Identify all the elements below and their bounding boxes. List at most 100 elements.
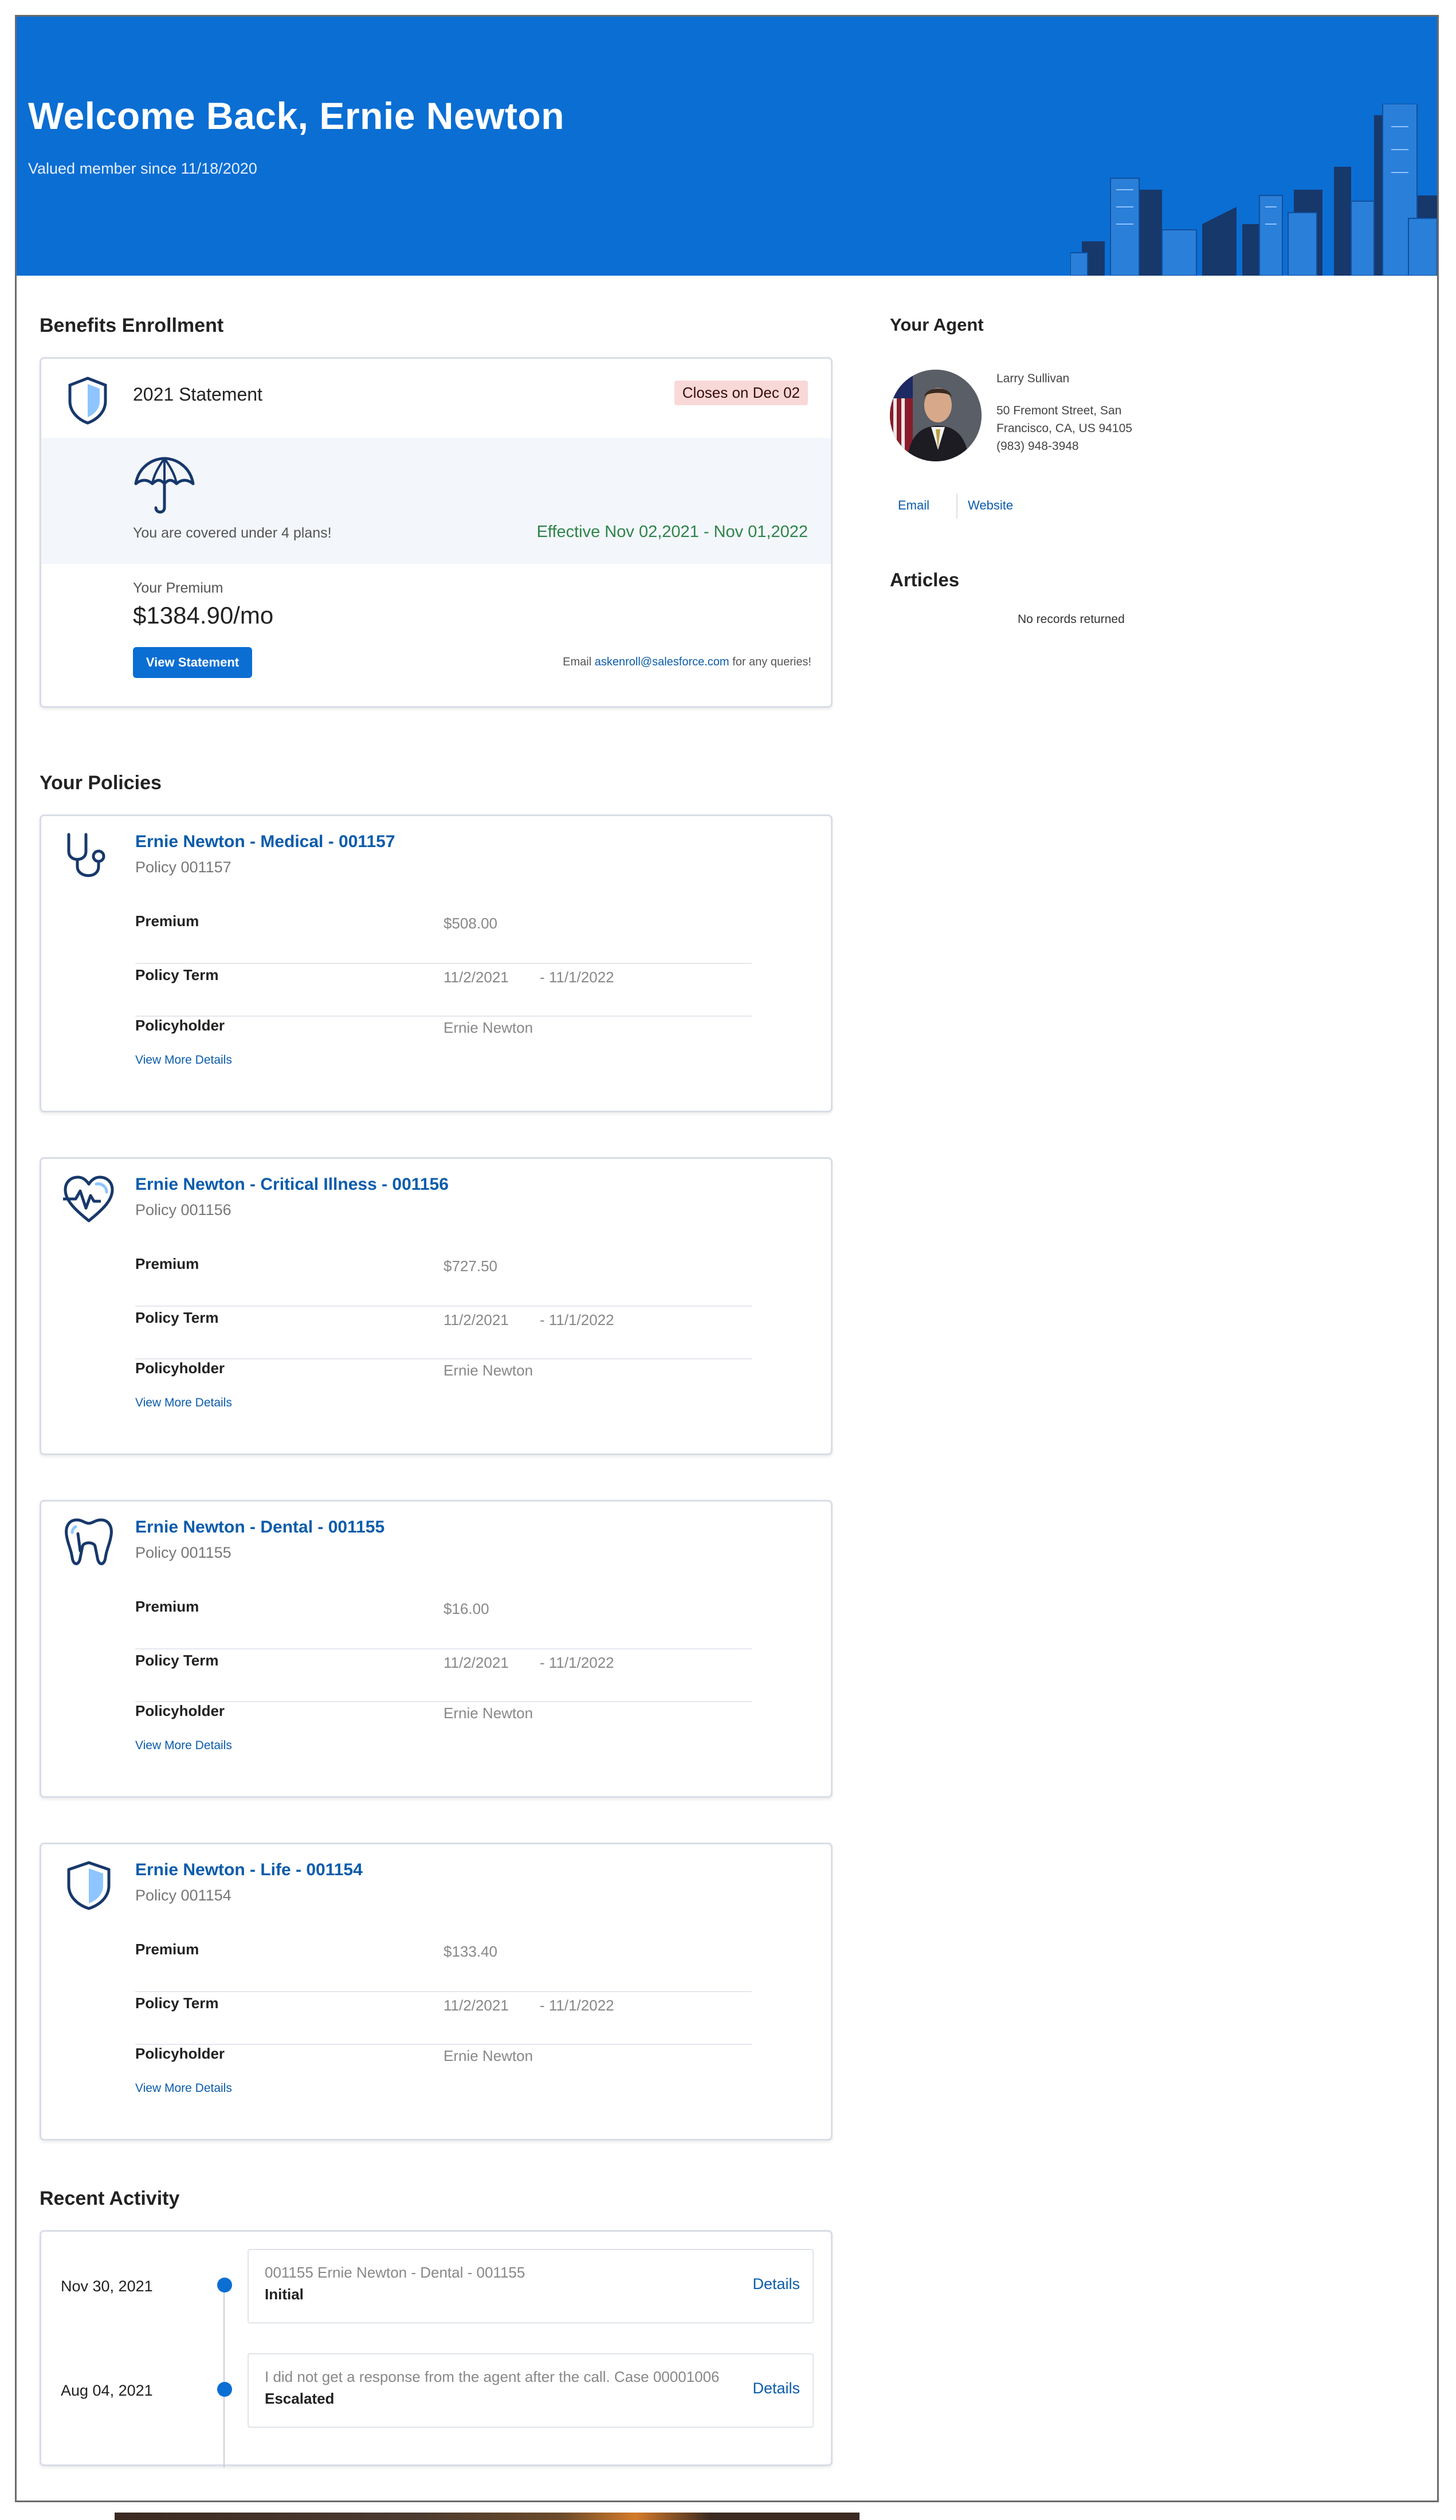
policy-premium-row: Premium $133.40	[135, 1941, 752, 1992]
premium-value: $133.40	[444, 1943, 497, 1960]
activity-date: Nov 30, 2021	[61, 2278, 153, 2295]
premium-label: Premium	[135, 1598, 199, 1615]
premium-value: $16.00	[444, 1600, 489, 1617]
activity-details-link[interactable]: Details	[752, 2275, 800, 2293]
shield-icon	[67, 1861, 111, 1910]
agent-email-link[interactable]: Email	[898, 498, 929, 513]
premium-label: Premium	[135, 1941, 199, 1958]
agent-portrait-image	[890, 370, 982, 461]
policies-section-title: Your Policies	[40, 772, 162, 794]
premium-label: Premium	[135, 1255, 199, 1272]
heartbeat-icon	[63, 1175, 114, 1222]
policyholder-row: Policyholder Ernie Newton	[135, 1017, 752, 1051]
policy-premium-row: Premium $16.00	[135, 1598, 752, 1649]
agent-address: 50 Fremont Street, San Francisco, CA, US…	[996, 402, 1145, 455]
term-start: 11/2/2021	[444, 1311, 509, 1328]
page-frame: Welcome Back, Ernie Newton Valued member…	[15, 15, 1439, 2502]
activity-text: 001155 Ernie Newton - Dental - 001155	[265, 2264, 525, 2281]
view-statement-button[interactable]: View Statement	[133, 647, 252, 678]
view-more-details-link[interactable]: View More Details	[135, 2082, 232, 2095]
agent-address-line1: 50 Fremont Street, San	[996, 404, 1122, 417]
policy-card: Ernie Newton - Critical Illness - 001156…	[40, 1157, 833, 1455]
activity-item: 001155 Ernie Newton - Dental - 001155 In…	[248, 2249, 814, 2323]
holder-label: Policyholder	[135, 1702, 225, 1719]
timeline-dot	[217, 2382, 232, 2397]
timeline-dot	[217, 2278, 232, 2292]
policyholder-row: Policyholder Ernie Newton	[135, 1359, 752, 1394]
policy-title-link[interactable]: Ernie Newton - Critical Illness - 001156	[135, 1175, 449, 1194]
welcome-title: Welcome Back, Ernie Newton	[28, 95, 565, 137]
premium-label: Your Premium	[133, 580, 223, 596]
shield-icon	[68, 377, 107, 425]
policy-card: Ernie Newton - Life - 001154 Policy 0011…	[40, 1843, 833, 2141]
agent-address-line2: Francisco, CA, US 94105	[996, 422, 1132, 435]
policy-term-row: Policy Term 11/2/2021 - 11/1/2022	[135, 966, 752, 1017]
term-end: - 11/1/2022	[540, 1654, 614, 1671]
agent-phone: (983) 948-3948	[996, 440, 1079, 453]
activity-item: I did not get a response from the agent …	[248, 2353, 814, 2428]
agent-links-divider	[956, 493, 957, 519]
tooth-icon	[65, 1518, 113, 1565]
holder-label: Policyholder	[135, 1359, 225, 1377]
timeline-line	[223, 2286, 225, 2468]
premium-value: $727.50	[444, 1257, 497, 1275]
city-skyline-illustration	[1070, 104, 1437, 276]
bottom-edge-strip	[115, 2513, 860, 2520]
premium-label: Premium	[135, 912, 199, 930]
coverage-band: You are covered under 4 plans! Effective…	[41, 438, 831, 564]
policyholder-row: Policyholder Ernie Newton	[135, 2045, 752, 2079]
activity-card: Nov 30, 2021 001155 Ernie Newton - Denta…	[40, 2230, 833, 2468]
view-more-details-link[interactable]: View More Details	[135, 1396, 232, 1410]
activity-text: I did not get a response from the agent …	[265, 2368, 720, 2385]
activity-date: Aug 04, 2021	[61, 2382, 153, 2399]
holder-label: Policyholder	[135, 1017, 225, 1034]
benefits-section-title: Benefits Enrollment	[40, 315, 224, 336]
view-more-details-link[interactable]: View More Details	[135, 1053, 232, 1067]
term-start: 11/2/2021	[444, 969, 509, 986]
activity-status: Escalated	[265, 2390, 335, 2407]
benefits-card: 2021 Statement Closes on Dec 02 You are …	[40, 357, 833, 708]
policy-title-link[interactable]: Ernie Newton - Life - 001154	[135, 1860, 363, 1880]
activity-section-title: Recent Activity	[40, 2188, 180, 2209]
email-note: Email askenroll@salesforce.com for any q…	[563, 656, 811, 669]
policy-term-row: Policy Term 11/2/2021 - 11/1/2022	[135, 1309, 752, 1359]
term-start: 11/2/2021	[444, 1654, 509, 1671]
holder-label: Policyholder	[135, 2045, 225, 2062]
term-label: Policy Term	[135, 1652, 219, 1669]
policy-title-link[interactable]: Ernie Newton - Dental - 001155	[135, 1518, 384, 1537]
term-end: - 11/1/2022	[540, 1311, 614, 1328]
articles-section-title: Articles	[890, 569, 960, 590]
enroll-email-link[interactable]: askenroll@salesforce.com	[595, 656, 729, 668]
agent-name: Larry Sullivan	[996, 372, 1070, 385]
holder-value: Ernie Newton	[444, 1019, 533, 1036]
term-label: Policy Term	[135, 966, 219, 983]
policy-premium-row: Premium $727.50	[135, 1255, 752, 1307]
policyholder-row: Policyholder Ernie Newton	[135, 1702, 752, 1737]
articles-empty-text: No records returned	[1018, 613, 1125, 626]
policy-card: Ernie Newton - Dental - 001155 Policy 00…	[40, 1500, 833, 1798]
email-note-prefix: Email	[563, 656, 592, 668]
holder-value: Ernie Newton	[444, 1704, 533, 1722]
agent-website-link[interactable]: Website	[968, 498, 1013, 513]
policy-term-row: Policy Term 11/2/2021 - 11/1/2022	[135, 1652, 752, 1702]
agent-section-title: Your Agent	[890, 315, 984, 335]
term-start: 11/2/2021	[444, 1997, 509, 2014]
coverage-text: You are covered under 4 plans!	[133, 525, 332, 541]
welcome-banner: Welcome Back, Ernie Newton Valued member…	[17, 17, 1437, 276]
term-label: Policy Term	[135, 1994, 219, 2012]
policy-number: Policy 001156	[135, 1201, 231, 1218]
statement-title: 2021 Statement	[133, 384, 262, 405]
effective-dates: Effective Nov 02,2021 - Nov 01,2022	[536, 523, 808, 541]
premium-value: $508.00	[444, 915, 497, 932]
stethoscope-icon	[67, 833, 105, 877]
policy-number: Policy 001157	[135, 859, 231, 876]
policy-number: Policy 001154	[135, 1887, 231, 1904]
term-label: Policy Term	[135, 1309, 219, 1326]
policy-title-link[interactable]: Ernie Newton - Medical - 001157	[135, 832, 395, 852]
holder-value: Ernie Newton	[444, 2047, 533, 2064]
view-more-details-link[interactable]: View More Details	[135, 1739, 232, 1753]
activity-details-link[interactable]: Details	[752, 2380, 800, 2397]
closes-badge: Closes on Dec 02	[674, 381, 808, 405]
premium-value: $1384.90/mo	[133, 602, 274, 629]
policy-number: Policy 001155	[135, 1544, 231, 1561]
